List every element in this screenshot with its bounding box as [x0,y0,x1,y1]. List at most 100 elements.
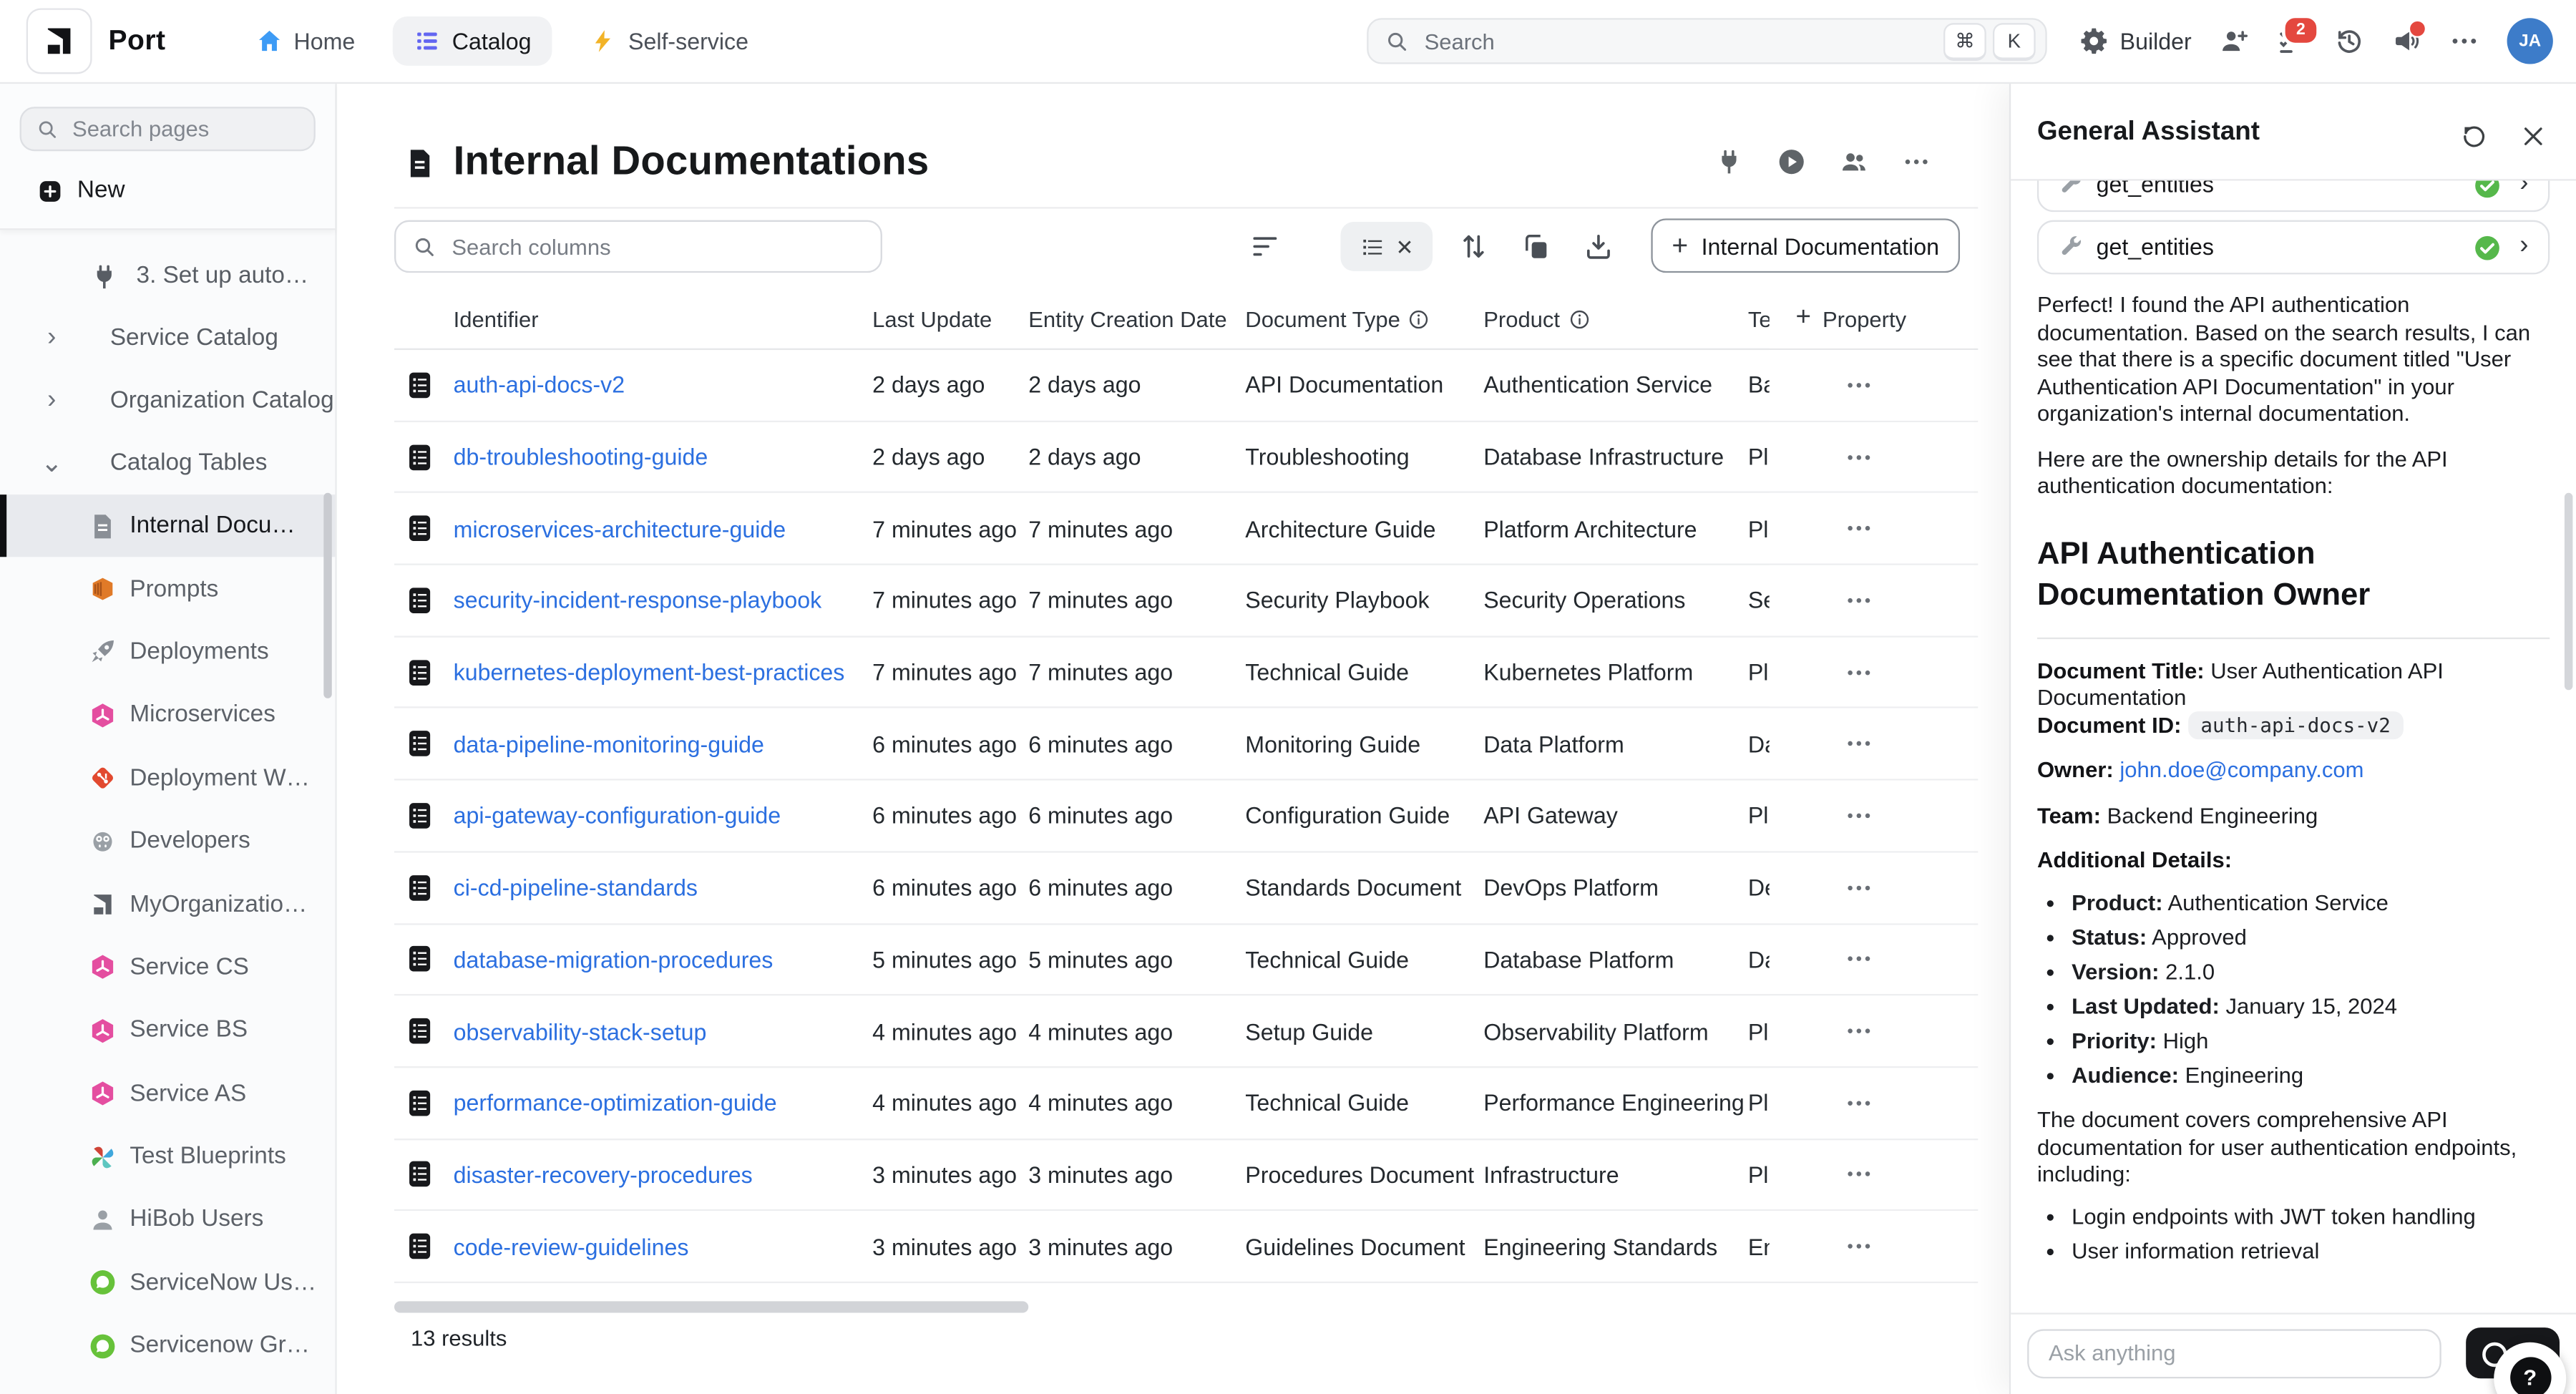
sidebar-item[interactable]: Prompts [0,557,335,620]
sidebar-item[interactable]: Developers [0,810,335,873]
info-icon[interactable] [1408,308,1430,329]
new-page-button[interactable]: New [38,177,316,204]
nav-tab[interactable]: Self-service [569,16,769,66]
sidebar-item[interactable]: Servicenow Gr… [0,1315,335,1378]
column-header-entity-creation-date[interactable]: Entity Creation Date [1028,306,1245,331]
add-button-label: Internal Documentation [1702,233,1939,259]
global-search-input[interactable] [1421,27,1937,55]
clear-group-icon[interactable]: ✕ [1395,235,1413,257]
identifier-link[interactable]: db-troubleshooting-guide [454,444,872,470]
close-icon[interactable] [2520,123,2547,150]
nav-action-button[interactable] [2335,26,2364,56]
sidebar-item[interactable]: Service CS [0,936,335,999]
row-more-actions-button[interactable] [1845,443,1873,471]
reset-conversation-icon[interactable] [2461,123,2487,150]
table-row: api-gateway-configuration-guide 6 minute… [394,781,1978,852]
sidebar-search[interactable] [20,107,316,151]
owner-email-link[interactable]: john.doe@company.com [2119,757,2363,781]
document-type-cell: Technical Guide [1245,1090,1483,1116]
group-by-control[interactable]: ✕ [1340,222,1433,271]
row-more-actions-button[interactable] [1845,874,1873,902]
nav-action-button[interactable] [2220,26,2249,56]
row-more-actions-button[interactable] [1845,730,1873,758]
sidebar-item[interactable]: Microservices [0,683,335,746]
sort-icon[interactable] [1459,232,1488,261]
row-more-actions-button[interactable] [1845,371,1873,399]
row-more-actions-button[interactable] [1845,945,1873,973]
sidebar-search-input[interactable] [69,115,298,143]
row-more-actions-button[interactable] [1845,801,1873,829]
identifier-link[interactable]: performance-optimization-guide [454,1090,872,1116]
identifier-link[interactable]: security-incident-response-playbook [454,588,872,614]
sidebar-item[interactable]: Deployments [0,620,335,683]
identifier-link[interactable]: auth-api-docs-v2 [454,372,872,399]
identifier-link[interactable]: microservices-architecture-guide [454,515,872,542]
sidebar-item[interactable]: Test Blueprints [0,1125,335,1188]
copy-icon[interactable] [1521,232,1551,261]
ask-anything-input[interactable] [2027,1328,2441,1378]
row-more-actions-button[interactable] [1845,1161,1873,1189]
sidebar-scrollbar[interactable] [323,493,331,698]
nav-action-button[interactable] [2449,26,2479,56]
sidebar-item[interactable]: Service AS [0,1062,335,1125]
page-header-action-icon[interactable] [1715,148,1743,176]
sidebar-item-icon [89,1332,117,1360]
nav-action-button[interactable]: 2 [2277,26,2306,56]
column-header-document-type[interactable]: Document Type [1245,306,1483,331]
global-search[interactable]: ⌘ K [1367,18,2047,64]
sidebar-tree-row[interactable]: › Service Catalog [0,307,335,369]
sidebar-item[interactable]: Deployment W… [0,747,335,810]
tool-call-card[interactable]: get_entities › [2037,181,2550,213]
row-more-actions-button[interactable] [1845,1232,1873,1260]
identifier-link[interactable]: observability-stack-setup [454,1018,872,1044]
sidebar-tree-row[interactable]: 3. Set up auto… [0,245,335,307]
row-more-actions-button[interactable] [1845,586,1873,614]
page-header-action-icon[interactable] [1840,148,1868,176]
column-header-last-update[interactable]: Last Update [872,306,1028,331]
info-icon[interactable] [1568,308,1590,329]
sidebar-tree-row[interactable]: › Organization Catalog [0,370,335,432]
nav-action-button[interactable] [2392,26,2421,56]
column-header-product[interactable]: Product [1483,306,1748,331]
sidebar-item[interactable]: MyOrganizatio… [0,873,335,936]
expand-chevron-icon[interactable]: › [2519,181,2528,199]
nav-tab[interactable]: Home [235,16,376,66]
nav-action-icon [2449,26,2479,56]
column-header-identifier[interactable]: Identifier [454,306,872,331]
sidebar-item[interactable]: ServiceNow Us… [0,1252,335,1315]
search-columns[interactable] [394,220,882,273]
sidebar-tree-row[interactable]: ⌄ Catalog Tables [0,432,335,494]
assistant-scrollbar[interactable] [2565,493,2572,691]
user-avatar[interactable]: JA [2507,18,2553,64]
identifier-link[interactable]: database-migration-procedures [454,946,872,973]
tool-call-card[interactable]: get_entities › [2037,220,2550,275]
identifier-link[interactable]: disaster-recovery-procedures [454,1161,872,1188]
nav-tab[interactable]: Catalog [393,16,552,66]
row-more-actions-button[interactable] [1845,1089,1873,1117]
table-horizontal-scrollbar[interactable] [394,1301,1028,1312]
sidebar-item[interactable]: HiBob Users [0,1189,335,1252]
identifier-link[interactable]: api-gateway-configuration-guide [454,802,872,829]
page-header-action-icon[interactable] [1777,148,1805,176]
sidebar-item[interactable]: Service BS [0,999,335,1062]
download-icon[interactable] [1584,232,1613,261]
identifier-link[interactable]: ci-cd-pipeline-standards [454,874,872,901]
builder-button[interactable]: Builder [2081,26,2192,56]
row-more-actions-button[interactable] [1845,1017,1873,1045]
add-internal-documentation-button[interactable]: + Internal Documentation [1651,218,1960,273]
search-columns-input[interactable] [449,233,864,260]
port-logo[interactable] [26,8,92,74]
expand-chevron-icon[interactable]: › [2519,234,2528,261]
identifier-link[interactable]: code-review-guidelines [454,1233,872,1259]
chevron-icon: › [39,386,64,416]
filter-icon[interactable] [1250,232,1279,261]
last-update-cell: 7 minutes ago [872,515,1028,542]
sidebar-item-icon [89,1269,117,1297]
identifier-link[interactable]: data-pipeline-monitoring-guide [454,731,872,757]
sidebar-item[interactable]: Internal Docu… [0,494,335,557]
add-property-button[interactable]: + Property [1795,304,1906,333]
identifier-link[interactable]: kubernetes-deployment-best-practices [454,659,872,686]
row-more-actions-button[interactable] [1845,658,1873,686]
page-header-action-icon[interactable] [1903,148,1931,176]
row-more-actions-button[interactable] [1845,515,1873,542]
